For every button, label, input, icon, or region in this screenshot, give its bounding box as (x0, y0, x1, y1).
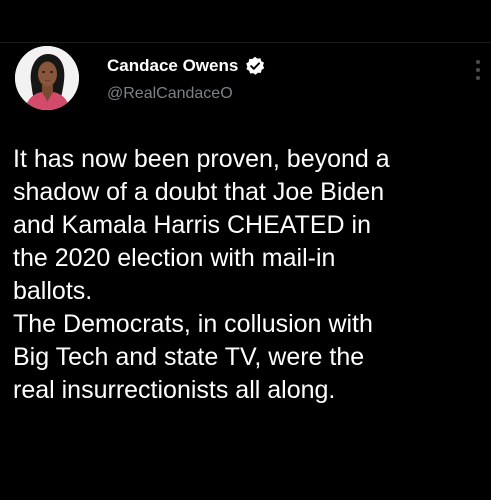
tweet-card: Candace Owens @RealCandaceO It has now b… (0, 0, 491, 500)
author-name-row: Candace Owens (107, 54, 265, 78)
tweet-text: It has now been proven, beyond a shadow … (13, 143, 483, 407)
tweet-text-line: the 2020 election with mail-in (13, 244, 336, 272)
more-dot (476, 68, 480, 72)
tweet-author: Candace Owens @RealCandaceO (107, 54, 265, 114)
avatar-image (15, 46, 79, 110)
avatar[interactable] (15, 46, 79, 110)
tweet-text-line: The Democrats, in collusion with (13, 310, 373, 338)
tweet-text-line: ballots. (13, 277, 93, 305)
more-dot (476, 76, 480, 80)
tweet-text-line: Big Tech and state TV, were the (13, 343, 365, 371)
author-handle[interactable]: @RealCandaceO (107, 85, 265, 103)
verified-badge-icon (246, 56, 265, 75)
more-options-icon[interactable] (469, 52, 487, 88)
tweet-text-line: and Kamala Harris CHEATED in (13, 211, 371, 239)
tweet-text-line: shadow of a doubt that Joe Biden (13, 178, 385, 206)
tweet-text-line: It has now been proven, beyond a (13, 145, 390, 173)
tweet-text-line: real insurrectionists all along. (13, 376, 336, 404)
author-display-name[interactable]: Candace Owens (107, 56, 238, 76)
more-dot (476, 60, 480, 64)
